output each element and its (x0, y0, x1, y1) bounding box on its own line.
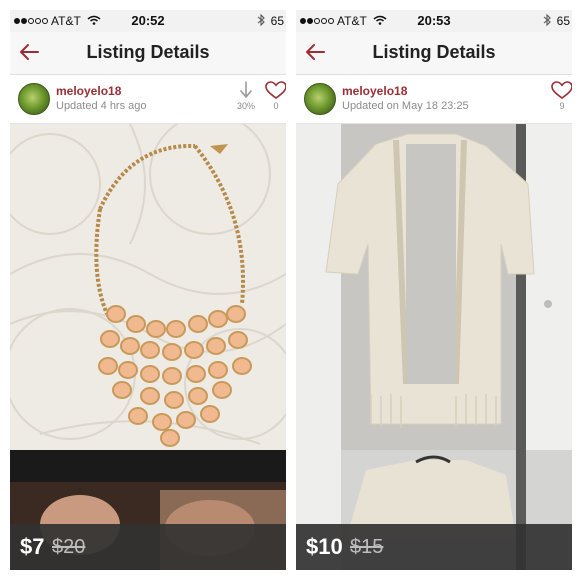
status-time: 20:53 (417, 13, 451, 28)
status-bar: AT&T 20:52 65 (10, 10, 286, 32)
like-count: 0 (273, 101, 279, 111)
heart-icon (551, 81, 572, 99)
current-price: $10 (306, 534, 343, 559)
like-button[interactable]: 9 (548, 81, 572, 111)
seller-row: meloyelo18 Updated on May 18 23:25 9 (296, 75, 572, 124)
seller-username[interactable]: meloyelo18 (56, 84, 121, 98)
seller-row: meloyelo18 Updated 4 hrs ago 30% 0 (10, 75, 286, 124)
listing-photo-preview[interactable]: $7 $20 (10, 450, 286, 570)
page-title: Listing Details (86, 42, 210, 62)
price-bar: $10 $15 (296, 524, 572, 570)
battery-level: 65 (270, 14, 284, 28)
price-drop-stat: 30% (232, 81, 260, 111)
battery-level: 65 (556, 14, 570, 28)
bluetooth-icon (543, 13, 551, 29)
like-button[interactable]: 0 (262, 81, 286, 111)
current-price: $7 (20, 534, 45, 559)
seller-username[interactable]: meloyelo18 (342, 84, 407, 98)
bluetooth-icon (257, 13, 265, 29)
listing-photo-preview[interactable]: $10 $15 (296, 450, 572, 570)
updated-time: Updated on May 18 23:25 (342, 100, 469, 112)
nav-bar: Listing Details (296, 32, 572, 75)
heart-icon (265, 81, 286, 99)
avatar[interactable] (18, 83, 50, 115)
original-price: $20 (52, 536, 86, 558)
like-count: 9 (559, 101, 565, 111)
listing-photo-necklace[interactable] (10, 124, 286, 450)
listing-photo-cardigan[interactable] (296, 124, 572, 450)
page-title: Listing Details (372, 42, 496, 62)
listing-panel-left: AT&T 20:52 65 Listing Details meloyelo18… (10, 10, 286, 570)
listing-panel-right: AT&T 20:53 65 Listing Details meloyelo18… (296, 10, 572, 570)
status-bar: AT&T 20:53 65 (296, 10, 572, 32)
updated-time: Updated 4 hrs ago (56, 100, 147, 112)
price-drop-icon (240, 81, 252, 99)
price-drop-percent: 30% (236, 101, 255, 111)
status-time: 20:52 (131, 13, 165, 28)
original-price: $15 (350, 536, 384, 558)
nav-bar: Listing Details (10, 32, 286, 75)
price-bar: $7 $20 (10, 524, 286, 570)
avatar[interactable] (304, 83, 336, 115)
